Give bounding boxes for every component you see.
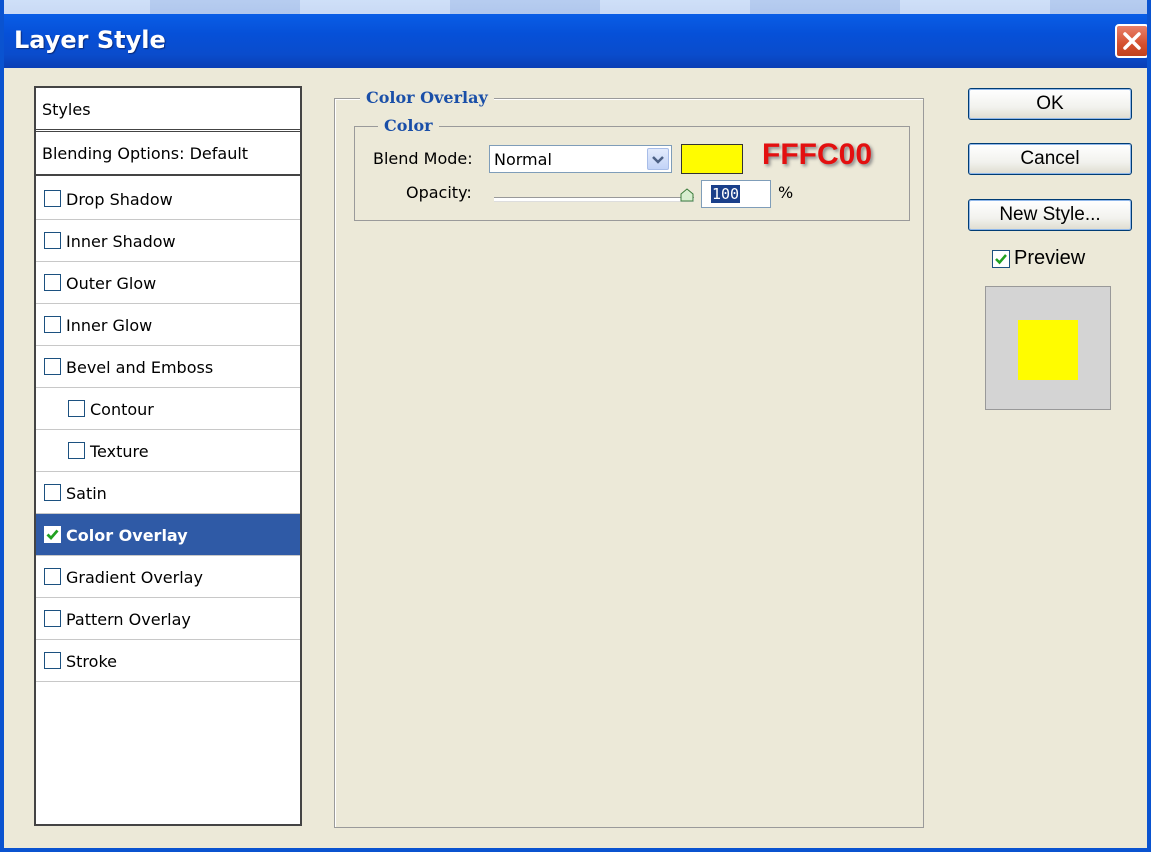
opacity-slider-thumb[interactable] [680, 188, 694, 202]
checkmark-icon [995, 254, 1007, 265]
blend-mode-select[interactable]: Normal [489, 145, 672, 173]
preview-label: Preview [1014, 247, 1086, 269]
style-item-label: Pattern Overlay [66, 610, 191, 629]
layer-style-dialog: Layer Style Styles Blending Options: Def… [0, 0, 1151, 852]
opacity-slider-track[interactable] [494, 197, 694, 202]
overlay-color-swatch[interactable] [681, 144, 743, 174]
section-title: Color Overlay [360, 88, 494, 107]
opacity-label: Opacity: [406, 183, 472, 202]
style-item-color-overlay[interactable]: Color Overlay [36, 514, 300, 556]
title-bar[interactable]: Layer Style [4, 0, 1147, 68]
style-item-label: Gradient Overlay [66, 568, 203, 587]
styles-header[interactable]: Styles [36, 88, 300, 132]
cancel-button[interactable]: Cancel [968, 143, 1132, 175]
style-item-label: Color Overlay [66, 526, 188, 545]
style-item-texture[interactable]: Texture [36, 430, 300, 472]
blend-mode-value: Normal [494, 150, 552, 169]
window-title: Layer Style [14, 26, 166, 54]
style-item-outer-glow[interactable]: Outer Glow [36, 262, 300, 304]
style-item-drop-shadow[interactable]: Drop Shadow [36, 178, 300, 220]
dropdown-arrow-button[interactable] [647, 148, 669, 170]
style-item-inner-shadow[interactable]: Inner Shadow [36, 220, 300, 262]
style-checkbox[interactable] [68, 400, 85, 417]
opacity-input[interactable]: 100 [701, 180, 771, 208]
style-item-gradient-overlay[interactable]: Gradient Overlay [36, 556, 300, 598]
styles-header-label: Styles [42, 100, 91, 119]
title-bar-highlight [4, 0, 1147, 14]
style-checkbox[interactable] [44, 274, 61, 291]
style-checkbox[interactable] [44, 232, 61, 249]
close-icon [1123, 32, 1141, 50]
blending-options-item[interactable]: Blending Options: Default [36, 132, 300, 176]
style-item-inner-glow[interactable]: Inner Glow [36, 304, 300, 346]
style-checkbox[interactable] [44, 610, 61, 627]
style-item-label: Bevel and Emboss [66, 358, 214, 377]
style-item-label: Satin [66, 484, 107, 503]
preview-checkbox[interactable] [992, 250, 1010, 268]
blending-options-label: Blending Options: Default [42, 144, 249, 163]
close-button[interactable] [1115, 24, 1147, 58]
blend-mode-label: Blend Mode: [373, 149, 473, 168]
group-title: Color [378, 116, 439, 135]
style-item-label: Inner Glow [66, 316, 153, 335]
style-item-satin[interactable]: Satin [36, 472, 300, 514]
style-checkbox[interactable] [44, 316, 61, 333]
style-checkbox[interactable] [68, 442, 85, 459]
style-item-label: Inner Shadow [66, 232, 176, 251]
hex-annotation: FFFC00 [762, 138, 873, 171]
style-item-bevel-and-emboss[interactable]: Bevel and Emboss [36, 346, 300, 388]
ok-button[interactable]: OK [968, 88, 1132, 120]
style-item-label: Outer Glow [66, 274, 157, 293]
opacity-unit: % [778, 183, 794, 202]
opacity-value: 100 [711, 185, 741, 203]
style-checkbox[interactable] [44, 652, 61, 669]
style-item-label: Contour [90, 400, 154, 419]
preview-thumbnail [985, 286, 1111, 410]
chevron-down-icon [652, 156, 664, 164]
style-item-stroke[interactable]: Stroke [36, 640, 300, 682]
style-item-label: Texture [90, 442, 149, 461]
checkmark-icon [46, 529, 59, 541]
style-item-label: Drop Shadow [66, 190, 173, 209]
style-checkbox[interactable] [44, 484, 61, 501]
style-item-label: Stroke [66, 652, 117, 671]
preview-color-swatch [1018, 320, 1078, 380]
style-checkbox[interactable] [44, 568, 61, 585]
style-item-contour[interactable]: Contour [36, 388, 300, 430]
style-checkbox[interactable] [44, 190, 61, 207]
new-style-button[interactable]: New Style... [968, 199, 1132, 231]
style-checkbox[interactable] [44, 526, 61, 543]
style-checkbox[interactable] [44, 358, 61, 375]
styles-list: Styles Blending Options: Default Drop Sh… [34, 86, 302, 826]
style-item-pattern-overlay[interactable]: Pattern Overlay [36, 598, 300, 640]
